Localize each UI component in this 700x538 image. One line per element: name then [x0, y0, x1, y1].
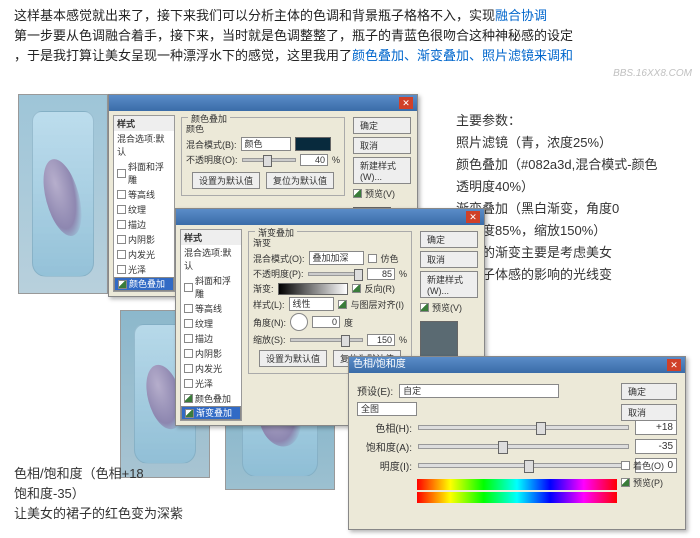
list-item[interactable]: 纹理 [114, 202, 174, 217]
set-default-button[interactable]: 设置为默认值 [259, 350, 327, 367]
align-checkbox[interactable] [338, 300, 347, 309]
range-select[interactable]: 全图 [357, 402, 417, 416]
scale-input[interactable]: 150 [367, 334, 395, 346]
list-item[interactable]: 光泽 [181, 376, 241, 391]
angle-input[interactable]: 0 [312, 316, 340, 328]
dialog-hue-saturation: 色相/饱和度✕ 预设(E):自定 全图 色相(H):+18 饱和度(A):-35… [348, 356, 686, 530]
opacity-input[interactable]: 40 [300, 154, 328, 166]
reset-default-button[interactable]: 复位为默认值 [266, 172, 334, 189]
list-item[interactable]: 光泽 [114, 262, 174, 277]
parameters-block: 主要参数： 照片滤镜（青，浓度25%） 颜色叠加（#082a3d,混合模式-颜色… [456, 110, 686, 308]
ok-button[interactable]: 确定 [621, 383, 677, 400]
blend-mode-select[interactable]: 叠加加深 [309, 251, 364, 265]
list-item[interactable]: 内发光 [181, 361, 241, 376]
preview-swatch [420, 321, 458, 359]
new-style-button[interactable]: 新建样式(W)... [420, 271, 478, 298]
opacity-slider[interactable] [242, 158, 296, 162]
new-style-button[interactable]: 新建样式(W)... [353, 157, 411, 184]
list-item[interactable]: 内发光 [114, 247, 174, 262]
gradient-picker[interactable] [278, 283, 348, 295]
cancel-button[interactable]: 取消 [420, 251, 478, 268]
cancel-button[interactable]: 取消 [353, 137, 411, 154]
list-item[interactable]: 内阴影 [114, 232, 174, 247]
preview-checkbox[interactable] [353, 189, 362, 198]
lightness-slider[interactable] [418, 463, 629, 468]
list-item[interactable]: 描边 [181, 331, 241, 346]
color-swatch[interactable] [295, 137, 331, 151]
bottom-caption: 色相/饱和度（色相+18 饱和度-35） 让美女的裙子的红色变为深紫 [14, 464, 183, 524]
dialog-titlebar[interactable]: ✕ [109, 95, 417, 111]
list-item[interactable]: 斜面和浮雕 [181, 273, 241, 301]
close-icon[interactable]: ✕ [399, 97, 413, 109]
angle-dial[interactable] [290, 313, 308, 331]
list-item[interactable]: 等高线 [114, 187, 174, 202]
preset-select[interactable]: 自定 [399, 384, 559, 398]
opacity-input[interactable]: 85 [367, 268, 395, 280]
close-icon[interactable]: ✕ [667, 359, 681, 371]
cancel-button[interactable]: 取消 [621, 404, 677, 421]
reverse-checkbox[interactable] [352, 284, 361, 293]
list-item[interactable]: 颜色叠加 [181, 391, 241, 406]
dialog-titlebar[interactable]: ✕ [176, 209, 484, 225]
list-item[interactable]: 内阴影 [181, 346, 241, 361]
list-item[interactable]: 混合选项:默认 [114, 131, 174, 159]
dither-checkbox[interactable] [368, 254, 377, 263]
styles-list[interactable]: 样式 混合选项:默认 斜面和浮雕 等高线 纹理 描边 内阴影 内发光 光泽 颜色… [113, 115, 175, 292]
preview-checkbox[interactable] [621, 478, 630, 487]
preview-checkbox[interactable] [420, 303, 429, 312]
set-default-button[interactable]: 设置为默认值 [192, 172, 260, 189]
blend-mode-select[interactable]: 颜色 [241, 137, 291, 151]
intro-text: 这样基本感觉就出来了，接下来我们可以分析主体的色调和背景瓶子格格不入，实现融合协… [0, 0, 700, 70]
close-icon[interactable]: ✕ [466, 211, 480, 223]
color-strip-before [417, 479, 617, 490]
saturation-slider[interactable] [418, 444, 629, 449]
styles-list[interactable]: 样式 混合选项:默认 斜面和浮雕 等高线 纹理 描边 内阴影 内发光 光泽 颜色… [180, 229, 242, 421]
hue-slider[interactable] [418, 425, 629, 430]
dialog-titlebar[interactable]: 色相/饱和度✕ [349, 357, 685, 373]
ok-button[interactable]: 确定 [420, 231, 478, 248]
color-strip-after [417, 492, 617, 503]
list-item[interactable]: 纹理 [181, 316, 241, 331]
list-item[interactable]: 斜面和浮雕 [114, 159, 174, 187]
colorize-checkbox[interactable] [621, 461, 630, 470]
list-item[interactable]: 等高线 [181, 301, 241, 316]
list-item-selected[interactable]: 颜色叠加 [114, 277, 174, 291]
watermark: BBS.16XX8.COM [613, 68, 692, 79]
opacity-slider[interactable] [308, 272, 363, 276]
preview-image-1 [18, 94, 108, 294]
ok-button[interactable]: 确定 [353, 117, 411, 134]
list-item-selected[interactable]: 渐变叠加 [181, 406, 241, 420]
scale-slider[interactable] [290, 338, 363, 342]
style-select[interactable]: 线性 [289, 297, 334, 311]
list-item[interactable]: 描边 [114, 217, 174, 232]
list-item[interactable]: 混合选项:默认 [181, 245, 241, 273]
